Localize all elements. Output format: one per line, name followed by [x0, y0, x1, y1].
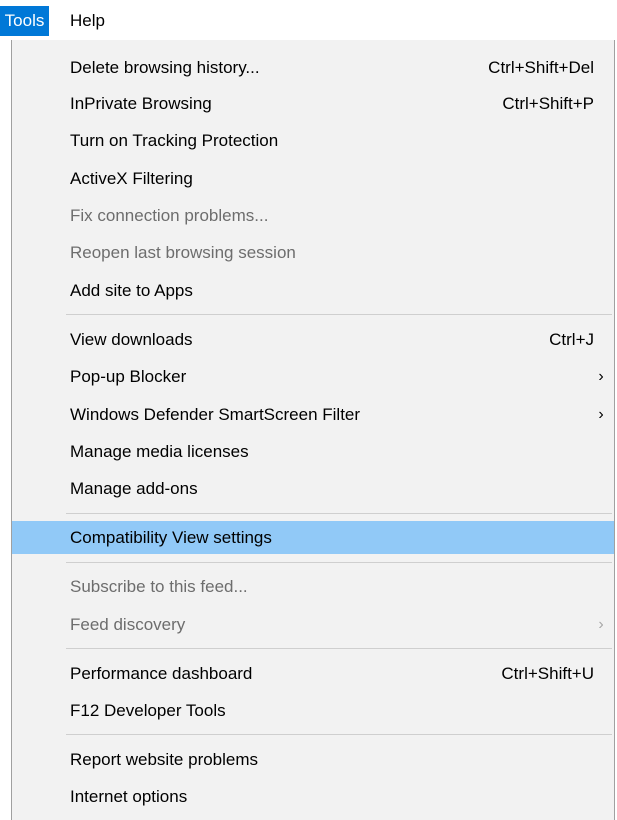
menu-item-shortcut: Ctrl+Shift+P	[502, 94, 594, 113]
menu-item-report-website-problems[interactable]: Report website problems	[12, 743, 614, 776]
menu-item-label: Fix connection problems...	[70, 206, 269, 225]
menu-item-label: Performance dashboard	[70, 664, 253, 683]
menu-item-label: Manage media licenses	[70, 442, 249, 461]
menu-item-popup-blocker[interactable]: Pop-up Blocker ›	[12, 360, 614, 393]
menu-item-label: InPrivate Browsing	[70, 94, 212, 113]
menu-separator	[66, 734, 612, 735]
menu-item-label: Manage add-ons	[70, 479, 198, 498]
menu-item-label: ActiveX Filtering	[70, 169, 193, 188]
menu-item-label: Turn on Tracking Protection	[70, 131, 279, 150]
menu-item-label: Pop-up Blocker	[70, 367, 187, 386]
menu-item-shortcut: Ctrl+J	[549, 330, 594, 349]
menu-item-label: Feed discovery	[70, 615, 186, 634]
menu-bar: Tools Help	[0, 0, 617, 40]
tools-dropdown-menu: Delete browsing history... Ctrl+Shift+De…	[11, 40, 615, 820]
menu-item-label: Report website problems	[70, 750, 259, 769]
menu-item-label: Windows Defender SmartScreen Filter	[70, 405, 361, 424]
menu-item-view-downloads[interactable]: View downloads Ctrl+J	[12, 323, 614, 356]
menu-item-label: Compatibility View settings	[70, 528, 272, 547]
menu-item-fix-connection-problems: Fix connection problems...	[12, 199, 614, 232]
chevron-right-icon: ›	[598, 368, 604, 385]
menu-item-internet-options[interactable]: Internet options	[12, 780, 614, 813]
menu-item-shortcut: Ctrl+Shift+U	[501, 664, 594, 683]
menu-item-label: Internet options	[70, 787, 188, 806]
menubar-help[interactable]: Help	[58, 6, 117, 36]
menu-item-performance-dashboard[interactable]: Performance dashboard Ctrl+Shift+U	[12, 657, 614, 690]
menu-separator	[66, 314, 612, 315]
menu-item-label: Delete browsing history...	[70, 58, 260, 77]
menu-item-label: View downloads	[70, 330, 193, 349]
menu-item-manage-media-licenses[interactable]: Manage media licenses	[12, 435, 614, 468]
menu-item-inprivate-browsing[interactable]: InPrivate Browsing Ctrl+Shift+P	[12, 87, 614, 120]
menu-separator	[66, 562, 612, 563]
menu-item-smartscreen-filter[interactable]: Windows Defender SmartScreen Filter ›	[12, 398, 614, 431]
menu-item-shortcut: Ctrl+Shift+Del	[488, 58, 594, 77]
menu-item-label: Reopen last browsing session	[70, 243, 296, 262]
menu-item-label: F12 Developer Tools	[70, 701, 226, 720]
menu-separator	[66, 648, 612, 649]
chevron-right-icon: ›	[598, 616, 604, 633]
menu-item-tracking-protection[interactable]: Turn on Tracking Protection	[12, 124, 614, 157]
menu-item-add-site-to-apps[interactable]: Add site to Apps	[12, 274, 614, 307]
menu-item-delete-browsing-history[interactable]: Delete browsing history... Ctrl+Shift+De…	[12, 51, 614, 84]
menubar-tools[interactable]: Tools	[0, 6, 49, 36]
menu-item-manage-addons[interactable]: Manage add-ons	[12, 472, 614, 505]
menu-item-reopen-last-session: Reopen last browsing session	[12, 236, 614, 269]
menu-separator	[66, 513, 612, 514]
menu-item-f12-developer-tools[interactable]: F12 Developer Tools	[12, 694, 614, 727]
menu-item-label: Subscribe to this feed...	[70, 577, 248, 596]
menu-item-compatibility-view-settings[interactable]: Compatibility View settings	[12, 521, 614, 554]
menu-item-subscribe-to-feed: Subscribe to this feed...	[12, 570, 614, 603]
menu-item-feed-discovery: Feed discovery ›	[12, 608, 614, 641]
menu-item-activex-filtering[interactable]: ActiveX Filtering	[12, 162, 614, 195]
chevron-right-icon: ›	[598, 406, 604, 423]
menu-item-label: Add site to Apps	[70, 281, 193, 300]
